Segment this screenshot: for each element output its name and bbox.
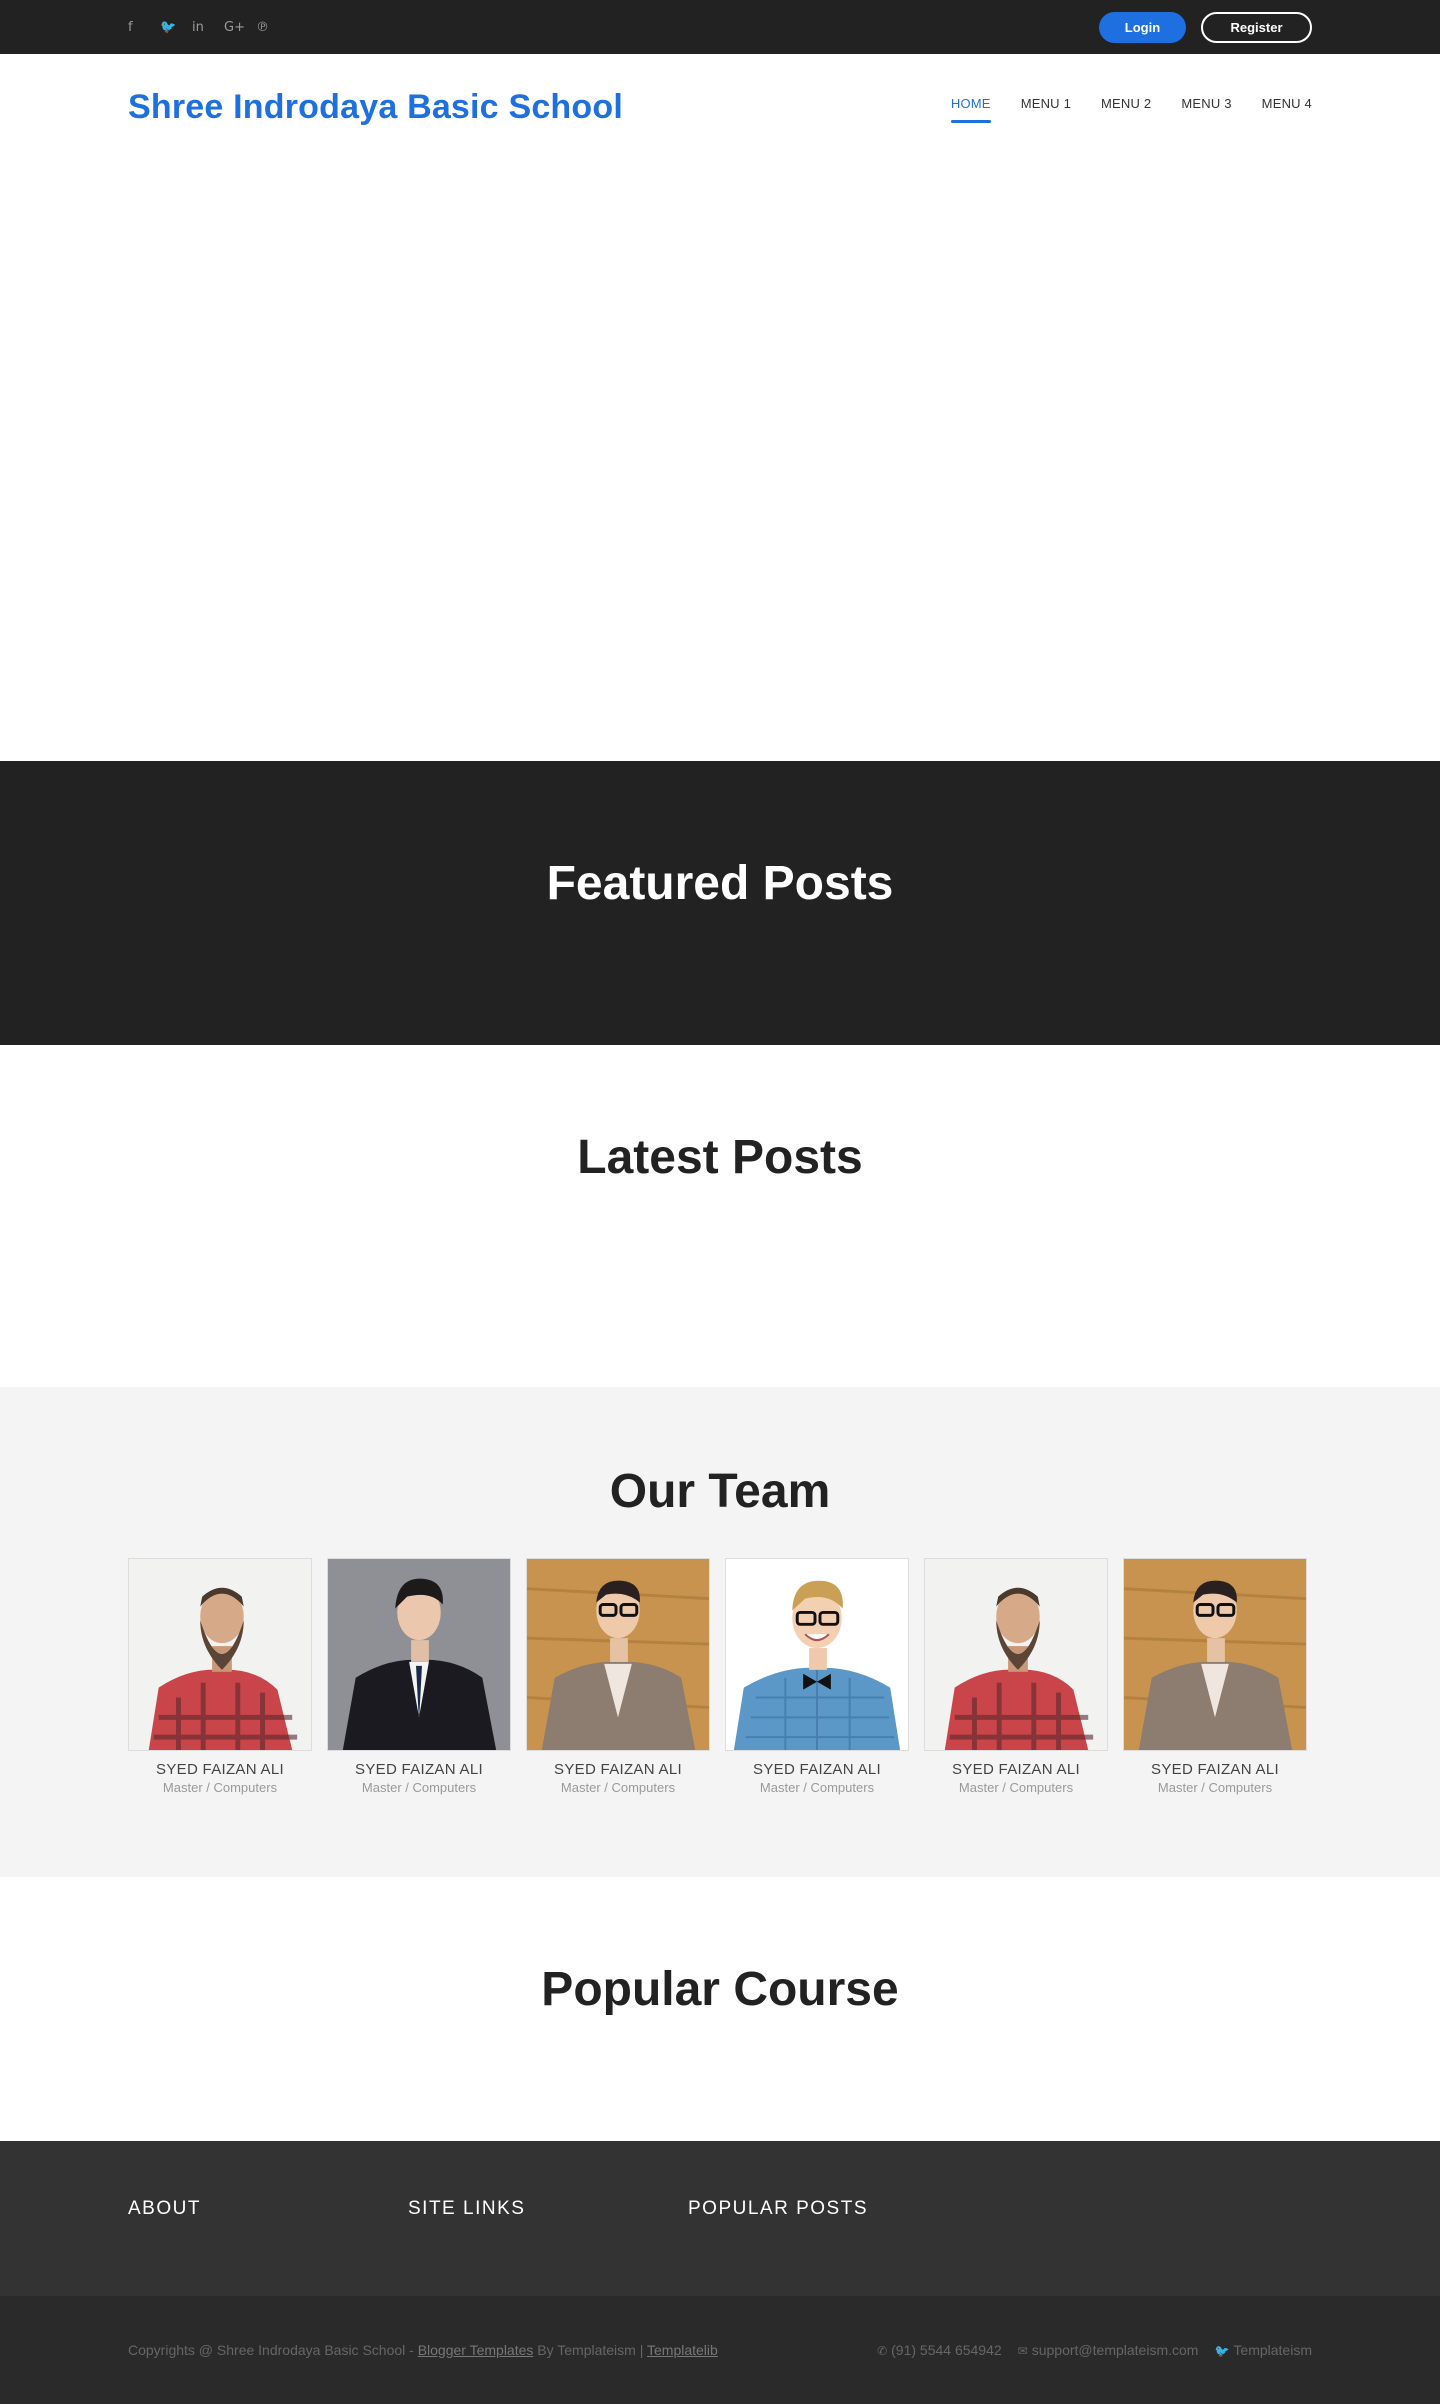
team-member-name: SYED FAIZAN ALI (952, 1761, 1080, 1778)
team-card[interactable]: SYED FAIZAN ALI Master / Computers (725, 1558, 909, 1795)
team-photo (725, 1558, 909, 1751)
copyright-text: Copyrights @ Shree Indrodaya Basic Schoo… (128, 2342, 718, 2358)
team-member-role: Master / Computers (361, 1780, 477, 1795)
facebook-icon[interactable]: f (128, 20, 160, 35)
team-card[interactable]: SYED FAIZAN ALI Master / Computers (1123, 1558, 1307, 1795)
team-grid: SYED FAIZAN ALI Master / Computers SYED … (128, 1558, 1312, 1795)
top-bar: f 🐦 in G+ ℗ Login Register (0, 0, 1440, 54)
team-member-name: SYED FAIZAN ALI (1151, 1761, 1279, 1778)
pinterest-icon[interactable]: ℗ (256, 20, 288, 35)
email-address: support@templateism.com (1031, 2342, 1199, 2358)
blogger-templates-link[interactable]: Blogger Templates (418, 2342, 534, 2358)
team-member-role: Master / Computers (759, 1780, 875, 1795)
linkedin-icon[interactable]: in (192, 20, 224, 35)
email-contact[interactable]: ✉ support@templateism.com (1018, 2342, 1199, 2358)
latest-posts-section: Latest Posts (0, 1045, 1440, 1387)
footer-popular-posts-heading: POPULAR POSTS (688, 2198, 868, 2219)
team-photo (128, 1558, 312, 1751)
team-photo (1123, 1558, 1307, 1751)
twitter-icon: 🐦 (1214, 2344, 1230, 2358)
team-card[interactable]: SYED FAIZAN ALI Master / Computers (128, 1558, 312, 1795)
team-member-role: Master / Computers (958, 1780, 1074, 1795)
popular-course-section: Popular Course (0, 1877, 1440, 2141)
team-card[interactable]: SYED FAIZAN ALI Master / Computers (327, 1558, 511, 1795)
copyright-bar: Copyrights @ Shree Indrodaya Basic Schoo… (0, 2296, 1440, 2404)
featured-posts-title: Featured Posts (546, 856, 894, 910)
footer-site-links-heading: SITE LINKS (408, 2198, 526, 2219)
team-member-role: Master / Computers (1157, 1780, 1273, 1795)
envelope-icon: ✉ (1017, 2344, 1028, 2358)
main-menu: HOME MENU 1 MENU 2 MENU 3 MENU 4 (950, 96, 1312, 123)
site-title[interactable]: Shree Indrodaya Basic School (128, 88, 623, 127)
hero-slider-area (0, 160, 1440, 761)
contact-info: ✆ (91) 5544 654942 ✉ support@templateism.c… (877, 2342, 1312, 2358)
phone-icon: ✆ (877, 2344, 888, 2358)
our-team-title: Our Team (609, 1465, 831, 1518)
team-card[interactable]: SYED FAIZAN ALI Master / Computers (526, 1558, 710, 1795)
google-plus-icon[interactable]: G+ (224, 20, 256, 35)
login-button[interactable]: Login (1099, 11, 1186, 43)
team-photo (526, 1558, 710, 1751)
site-header: Shree Indrodaya Basic School HOME MENU 1… (0, 54, 1440, 160)
team-photo (924, 1558, 1108, 1751)
menu-item-menu4[interactable]: MENU 4 (1262, 96, 1312, 119)
team-photo (327, 1558, 511, 1751)
footer-about-heading: ABOUT (128, 2198, 201, 2219)
menu-item-menu1[interactable]: MENU 1 (1021, 96, 1071, 119)
team-member-role: Master / Computers (560, 1780, 676, 1795)
twitter-icon[interactable]: 🐦 (160, 20, 192, 35)
templatelib-link[interactable]: Templatelib (647, 2342, 718, 2358)
team-member-name: SYED FAIZAN ALI (753, 1761, 881, 1778)
menu-item-menu2[interactable]: MENU 2 (1101, 96, 1151, 119)
auth-buttons: Login Register (1099, 11, 1312, 43)
twitter-handle: Templateism (1233, 2342, 1312, 2358)
team-card[interactable]: SYED FAIZAN ALI Master / Computers (924, 1558, 1108, 1795)
phone-number: (91) 5544 654942 (891, 2342, 1002, 2358)
social-links: f 🐦 in G+ ℗ (128, 20, 288, 35)
twitter-contact[interactable]: 🐦 Templateism (1214, 2342, 1312, 2358)
menu-item-menu3[interactable]: MENU 3 (1181, 96, 1231, 119)
latest-posts-title: Latest Posts (577, 1131, 863, 1184)
footer-widgets: ABOUT SITE LINKS POPULAR POSTS (0, 2141, 1440, 2296)
menu-item-home[interactable]: HOME (950, 96, 991, 123)
popular-course-title: Popular Course (541, 1963, 899, 2016)
team-member-name: SYED FAIZAN ALI (554, 1761, 682, 1778)
copyright-by: By Templateism | (533, 2342, 647, 2358)
copyright-prefix: Copyrights @ Shree Indrodaya Basic Schoo… (128, 2342, 418, 2358)
our-team-section: Our Team SYED FAIZAN ALI Master / Comput… (0, 1387, 1440, 1877)
team-member-role: Master / Computers (162, 1780, 278, 1795)
featured-posts-section: Featured Posts (0, 761, 1440, 1045)
phone-contact: ✆ (91) 5544 654942 (877, 2342, 1002, 2358)
register-button[interactable]: Register (1201, 11, 1312, 43)
team-member-name: SYED FAIZAN ALI (355, 1761, 483, 1778)
team-member-name: SYED FAIZAN ALI (156, 1761, 284, 1778)
